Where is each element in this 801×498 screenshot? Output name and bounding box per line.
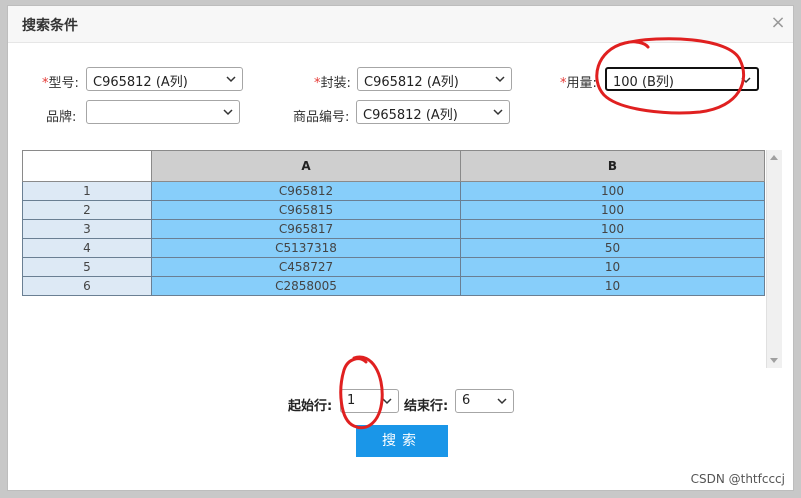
start-row-label: 起始行:	[288, 399, 333, 414]
quantity-label-text: 用量:	[566, 76, 597, 91]
package-select-value: C965812 (A列)	[364, 75, 459, 90]
quantity-select[interactable]: 100 (B列)	[605, 67, 759, 91]
table-row[interactable]: 5 C458727 10	[22, 257, 765, 277]
column-b-cell[interactable]: 50	[460, 238, 765, 258]
model-select-value: C965812 (A列)	[93, 75, 188, 90]
column-b-cell[interactable]: 10	[460, 276, 765, 296]
grid-vertical-scrollbar[interactable]	[767, 150, 782, 368]
scroll-down-arrow-icon[interactable]	[770, 358, 778, 363]
column-b-cell[interactable]: 100	[460, 181, 765, 201]
product-code-select[interactable]: C965812 (A列)	[356, 100, 510, 124]
row-number-cell[interactable]: 4	[22, 238, 152, 258]
package-label: *封装:	[314, 72, 351, 91]
chevron-down-icon	[495, 76, 505, 83]
chevron-down-icon	[382, 398, 392, 405]
model-select[interactable]: C965812 (A列)	[86, 67, 243, 91]
row-number-cell[interactable]: 2	[22, 200, 152, 220]
end-row-value: 6	[462, 393, 471, 408]
grid-corner-header	[22, 150, 152, 182]
quantity-select-value: 100 (B列)	[613, 75, 675, 90]
start-row-select[interactable]: 1	[340, 389, 399, 413]
data-grid-area: A B 1 C965812 100 2 C965815 100 3 C965817 100 4 C5…	[22, 150, 767, 368]
row-number-cell[interactable]: 1	[22, 181, 152, 201]
end-row-select[interactable]: 6	[455, 389, 514, 413]
table-row[interactable]: 4 C5137318 50	[22, 238, 765, 258]
grid-column-header-b[interactable]: B	[460, 150, 765, 182]
data-grid: A B 1 C965812 100 2 C965815 100 3 C965817 100 4 C5…	[22, 150, 765, 296]
product-code-label: 商品编号:	[293, 110, 350, 125]
row-number-cell[interactable]: 3	[22, 219, 152, 239]
column-a-cell[interactable]: C965812	[151, 181, 461, 201]
search-button[interactable]: 搜索	[356, 425, 448, 457]
table-row[interactable]: 2 C965815 100	[22, 200, 765, 220]
chevron-down-icon	[741, 77, 751, 84]
model-label: *型号:	[42, 72, 79, 91]
chevron-down-icon	[497, 398, 507, 405]
chevron-down-icon	[223, 109, 233, 116]
dialog-titlebar: 搜索条件 ×	[8, 6, 793, 43]
end-row-label: 结束行:	[404, 399, 449, 414]
grid-body: 1 C965812 100 2 C965815 100 3 C965817 100 4 C51373…	[22, 181, 765, 296]
brand-label: 品牌:	[46, 110, 77, 125]
close-icon[interactable]: ×	[769, 14, 787, 32]
quantity-label: *用量:	[560, 72, 597, 91]
scroll-up-arrow-icon[interactable]	[770, 155, 778, 160]
table-row[interactable]: 1 C965812 100	[22, 181, 765, 201]
column-b-cell[interactable]: 100	[460, 219, 765, 239]
column-a-cell[interactable]: C2858005	[151, 276, 461, 296]
row-number-cell[interactable]: 5	[22, 257, 152, 277]
table-row[interactable]: 3 C965817 100	[22, 219, 765, 239]
brand-select[interactable]	[86, 100, 240, 124]
grid-header-row: A B	[22, 150, 765, 182]
package-select[interactable]: C965812 (A列)	[357, 67, 512, 91]
column-b-cell[interactable]: 100	[460, 200, 765, 220]
watermark: CSDN @thtfcccj	[690, 472, 785, 486]
row-number-cell[interactable]: 6	[22, 276, 152, 296]
package-label-text: 封装:	[320, 76, 351, 91]
model-label-text: 型号:	[48, 76, 79, 91]
grid-column-header-a[interactable]: A	[151, 150, 461, 182]
column-a-cell[interactable]: C965815	[151, 200, 461, 220]
column-b-cell[interactable]: 10	[460, 257, 765, 277]
column-a-cell[interactable]: C5137318	[151, 238, 461, 258]
dialog-title: 搜索条件	[22, 18, 78, 34]
column-a-cell[interactable]: C458727	[151, 257, 461, 277]
chevron-down-icon	[493, 109, 503, 116]
start-row-value: 1	[347, 393, 356, 408]
column-a-cell[interactable]: C965817	[151, 219, 461, 239]
table-row[interactable]: 6 C2858005 10	[22, 276, 765, 296]
product-code-select-value: C965812 (A列)	[363, 108, 458, 123]
chevron-down-icon	[226, 76, 236, 83]
